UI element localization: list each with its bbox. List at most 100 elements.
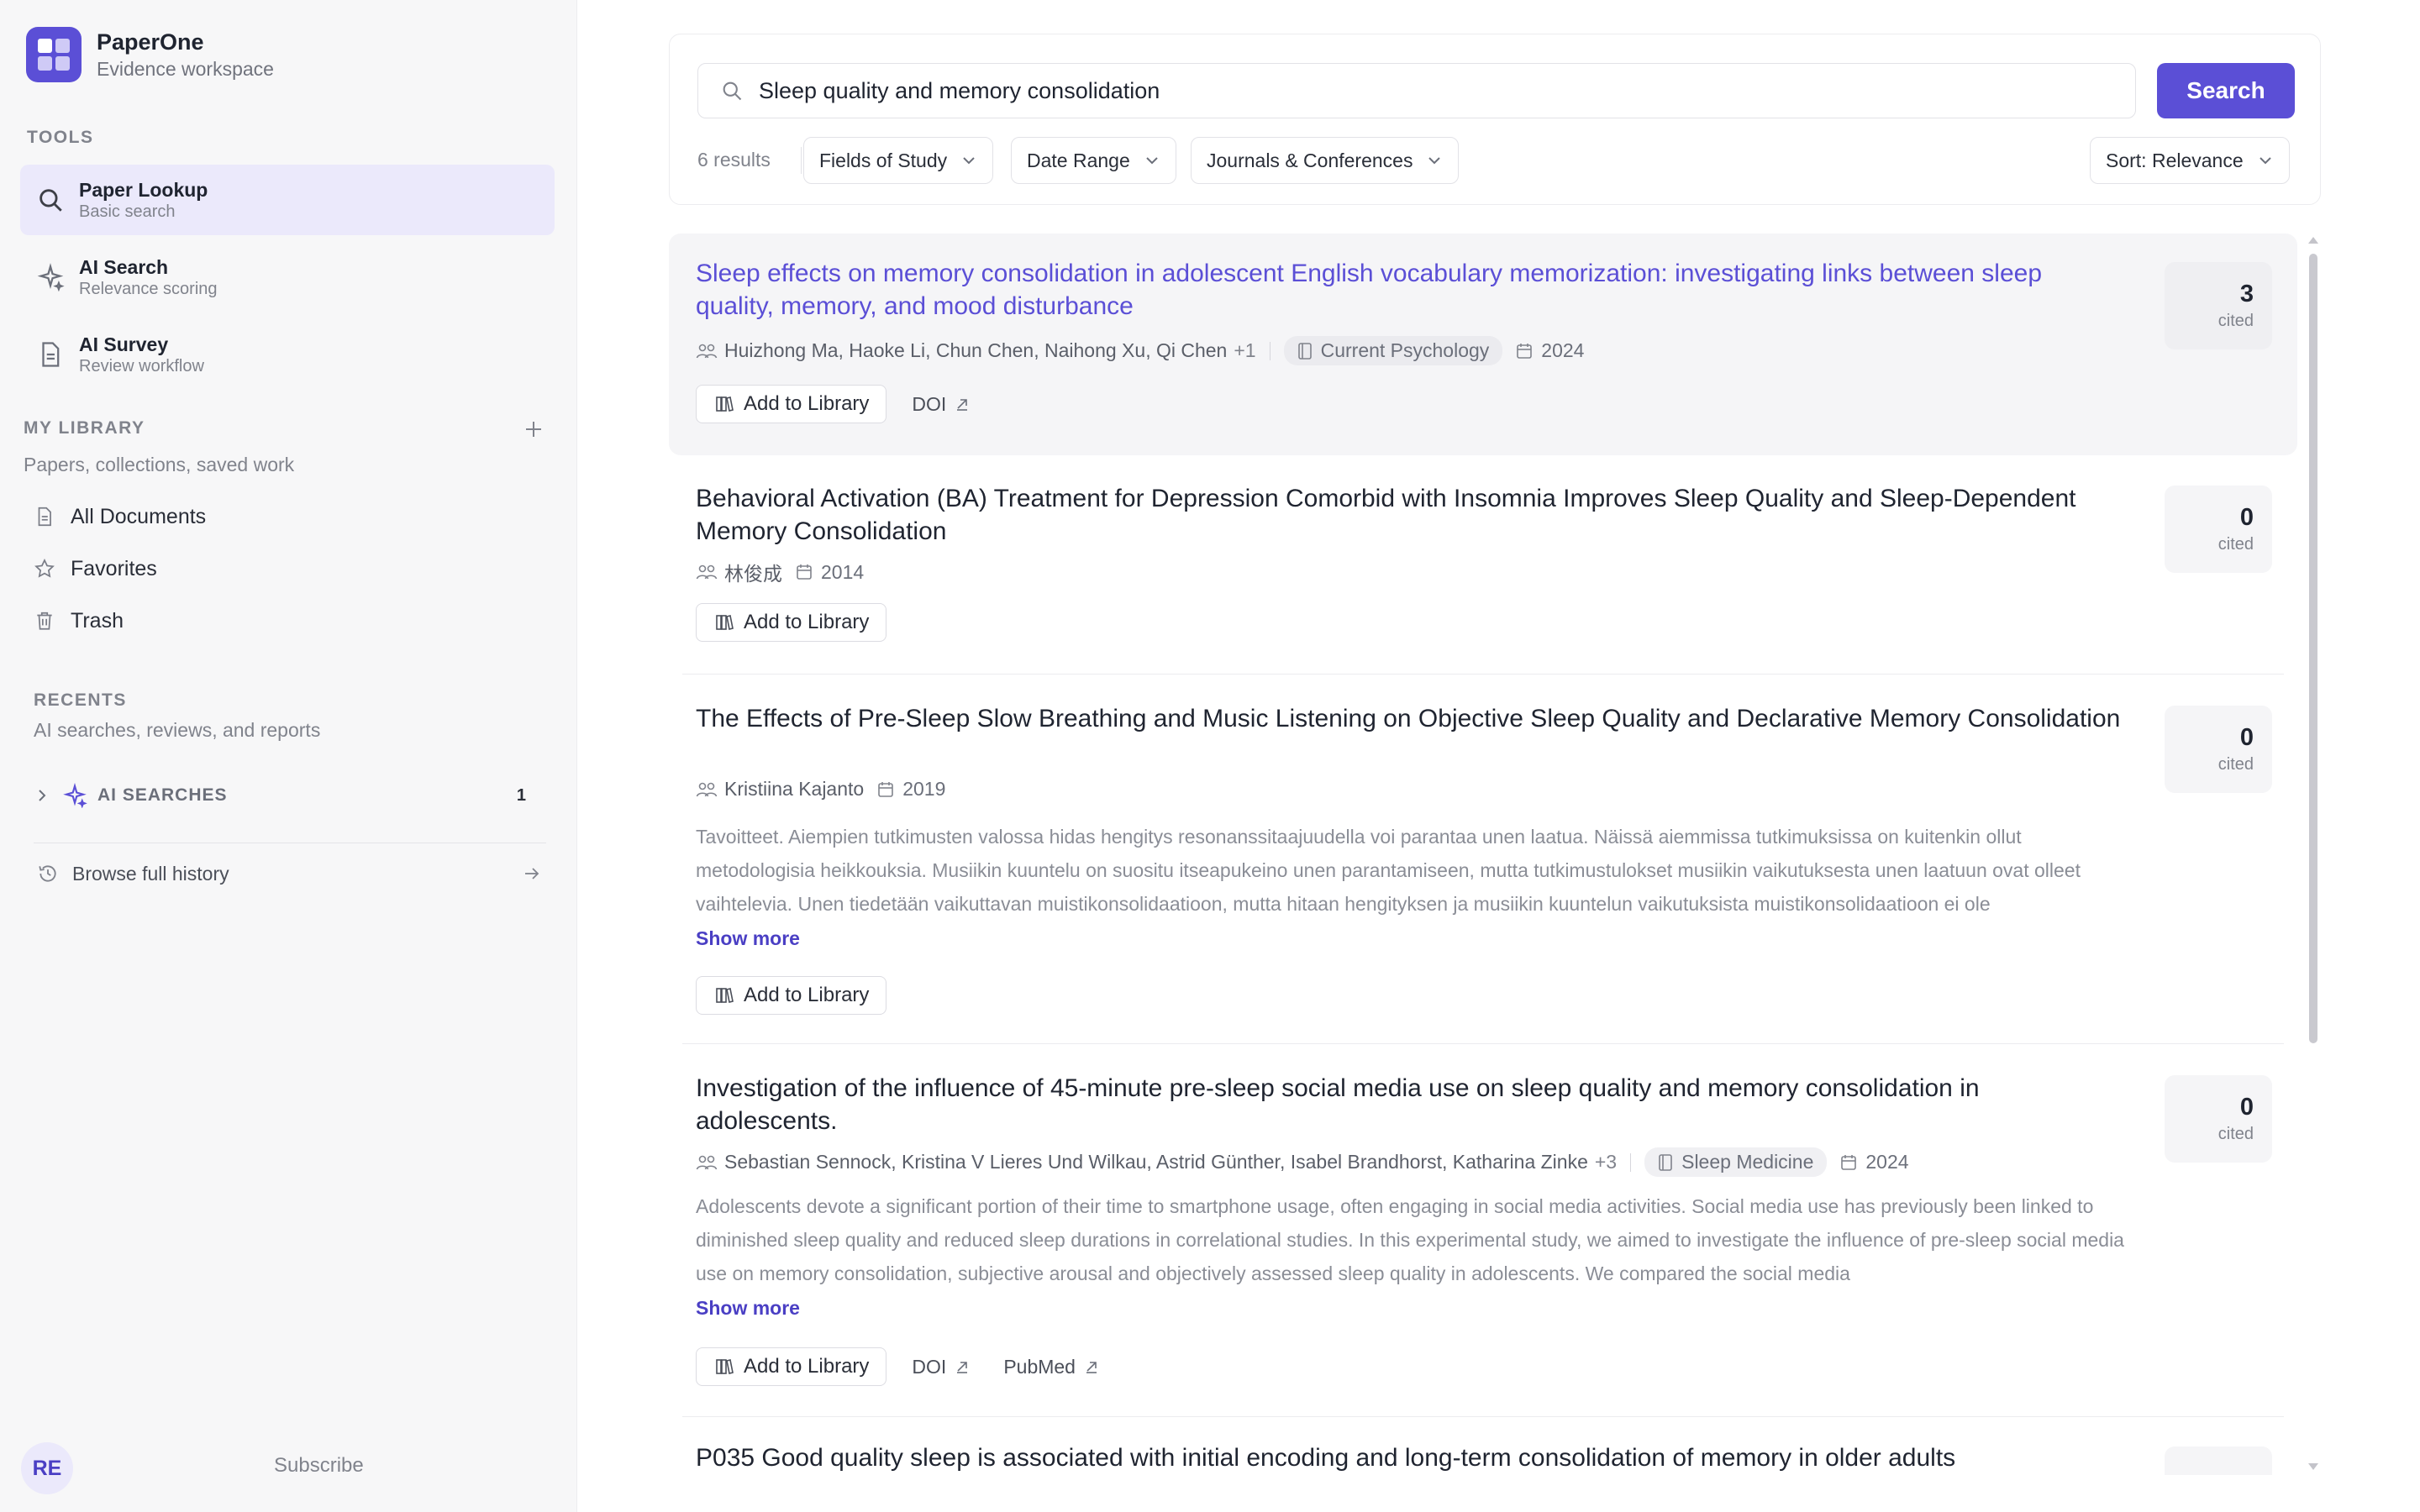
pubmed-link[interactable]: PubMed <box>1003 1356 1099 1378</box>
chevron-down-icon <box>1144 152 1160 169</box>
tool-title: AI Survey <box>79 333 169 355</box>
scroll-down-arrow-icon[interactable] <box>2307 1462 2320 1472</box>
ai-searches-group[interactable]: AI SEARCHES 1 <box>34 778 546 813</box>
venue-name: Sleep Medicine <box>1681 1151 1814 1173</box>
year-value: 2014 <box>821 560 865 583</box>
add-to-library-button[interactable]: Add to Library <box>696 1347 887 1386</box>
tool-paper-lookup[interactable]: Paper Lookup Basic search <box>20 165 555 235</box>
external-link-icon <box>1084 1359 1099 1374</box>
result-authors: Sebastian Sennock, Kristina V Lieres Und… <box>724 1151 1588 1173</box>
calendar-icon <box>796 564 813 580</box>
search-panel: Search 6 results Fields of Study Date Ra… <box>669 34 2321 205</box>
citation-count: 0 cited <box>2165 706 2272 793</box>
search-button[interactable]: Search <box>2157 63 2295 118</box>
result-title-link[interactable]: Investigation of the influence of 45-min… <box>696 1072 2124 1137</box>
tool-ai-search[interactable]: AI Search Relevance scoring <box>20 242 555 312</box>
document-icon <box>35 339 66 370</box>
subscribe-link[interactable]: Subscribe <box>274 1454 364 1478</box>
result-card[interactable]: The Effects of Pre-Sleep Slow Breathing … <box>669 677 2297 1042</box>
search-icon <box>720 79 744 102</box>
result-actions: Add to Library <box>696 603 887 642</box>
document-icon <box>32 504 57 529</box>
star-icon <box>32 556 57 581</box>
add-to-library-label: Add to Library <box>744 611 870 633</box>
show-more-button[interactable]: Show more <box>696 927 800 950</box>
browse-history-link[interactable]: Browse full history <box>37 857 541 890</box>
venue-badge: Current Psychology <box>1283 336 1503 365</box>
result-card[interactable]: Sleep effects on memory consolidation in… <box>669 234 2297 455</box>
pubmed-label: PubMed <box>1003 1355 1076 1378</box>
results-list: Sleep effects on memory consolidation in… <box>655 227 2328 1475</box>
doi-label: DOI <box>912 1355 947 1378</box>
citation-count: 0 cited <box>2165 486 2272 573</box>
result-meta: 林俊成 2014 <box>696 558 864 586</box>
result-actions: Add to Library DOI PubMed <box>696 1347 1099 1386</box>
add-to-library-button[interactable]: Add to Library <box>696 976 887 1015</box>
year-value: 2024 <box>1541 339 1585 361</box>
result-title-link[interactable]: The Effects of Pre-Sleep Slow Breathing … <box>696 702 2124 735</box>
add-to-library-button[interactable]: Add to Library <box>696 603 887 642</box>
cited-number: 0 <box>2239 724 2254 751</box>
year-value: 2019 <box>902 778 946 800</box>
sort-label: Sort: Relevance <box>2106 149 2244 171</box>
authors-icon <box>696 780 718 799</box>
search-input[interactable] <box>759 77 2103 104</box>
tools-label: TOOLS <box>27 128 94 147</box>
result-title-link[interactable]: Behavioral Activation (BA) Treatment for… <box>696 482 2124 548</box>
venue-name: Current Psychology <box>1320 339 1490 361</box>
citation-count: 0 <box>2165 1446 2272 1475</box>
result-year: 2024 <box>1840 1151 1909 1173</box>
ai-searches-count: 1 <box>516 785 526 805</box>
library-item-trash[interactable]: Trash <box>32 608 124 633</box>
external-link-icon <box>955 1359 970 1374</box>
chevron-down-icon <box>2257 152 2274 169</box>
calendar-icon <box>1516 343 1533 360</box>
tool-subtitle: Relevance scoring <box>79 280 218 298</box>
search-box[interactable] <box>697 63 2136 118</box>
result-authors: Kristiina Kajanto <box>724 778 865 800</box>
show-more-button[interactable]: Show more <box>696 1297 800 1320</box>
result-card[interactable]: P035 Good quality sleep is associated wi… <box>669 1420 2297 1475</box>
doi-label: DOI <box>912 392 947 415</box>
result-divider <box>682 1416 2284 1417</box>
result-title-link[interactable]: P035 Good quality sleep is associated wi… <box>696 1441 2124 1474</box>
filter-divider <box>801 147 802 174</box>
add-library-button[interactable] <box>521 417 546 442</box>
library-item-label: Favorites <box>71 556 157 580</box>
doi-link[interactable]: DOI <box>912 393 970 416</box>
brand[interactable]: PaperOne Evidence workspace <box>26 27 274 82</box>
sparkle-icon <box>62 783 87 808</box>
filter-date-range[interactable]: Date Range <box>1011 137 1176 184</box>
citation-count: 3 cited <box>2165 262 2272 349</box>
recents-label: RECENTS <box>34 690 127 710</box>
filter-fields-of-study[interactable]: Fields of Study <box>803 137 994 184</box>
result-year: 2024 <box>1516 339 1584 362</box>
scroll-up-arrow-icon[interactable] <box>2307 235 2320 245</box>
chevron-down-icon <box>960 152 977 169</box>
results-count: 6 results <box>697 149 771 171</box>
results-scrollbar[interactable] <box>2309 254 2317 1043</box>
library-subtitle: Papers, collections, saved work <box>24 454 295 475</box>
ai-searches-label: AI SEARCHES <box>97 785 228 805</box>
add-to-library-label: Add to Library <box>744 984 870 1006</box>
more-authors: +1 <box>1234 339 1256 361</box>
book-icon <box>1658 1153 1673 1172</box>
result-card[interactable]: Behavioral Activation (BA) Treatment for… <box>669 457 2297 672</box>
sidebar: PaperOne Evidence workspace TOOLS Paper … <box>0 0 577 1512</box>
arrow-right-icon <box>523 864 541 883</box>
result-meta: Sebastian Sennock, Kristina V Lieres Und… <box>696 1147 1909 1177</box>
tool-ai-survey[interactable]: AI Survey Review workflow <box>20 319 555 390</box>
result-actions: Add to Library <box>696 976 887 1015</box>
add-to-library-button[interactable]: Add to Library <box>696 385 887 423</box>
result-card[interactable]: Investigation of the influence of 45-min… <box>669 1047 2297 1415</box>
result-meta: Huizhong Ma, Haoke Li, Chun Chen, Naihon… <box>696 336 1584 365</box>
library-item-all-documents[interactable]: All Documents <box>32 504 206 529</box>
sort-dropdown[interactable]: Sort: Relevance <box>2090 137 2290 184</box>
recents-subtitle: AI searches, reviews, and reports <box>34 719 321 741</box>
library-item-favorites[interactable]: Favorites <box>32 556 157 581</box>
result-authors: 林俊成 <box>724 563 782 585</box>
filter-journals-conferences[interactable]: Journals & Conferences <box>1191 137 1460 184</box>
doi-link[interactable]: DOI <box>912 1356 970 1378</box>
user-avatar[interactable]: RE <box>21 1442 73 1494</box>
result-title-link[interactable]: Sleep effects on memory consolidation in… <box>696 257 2124 323</box>
